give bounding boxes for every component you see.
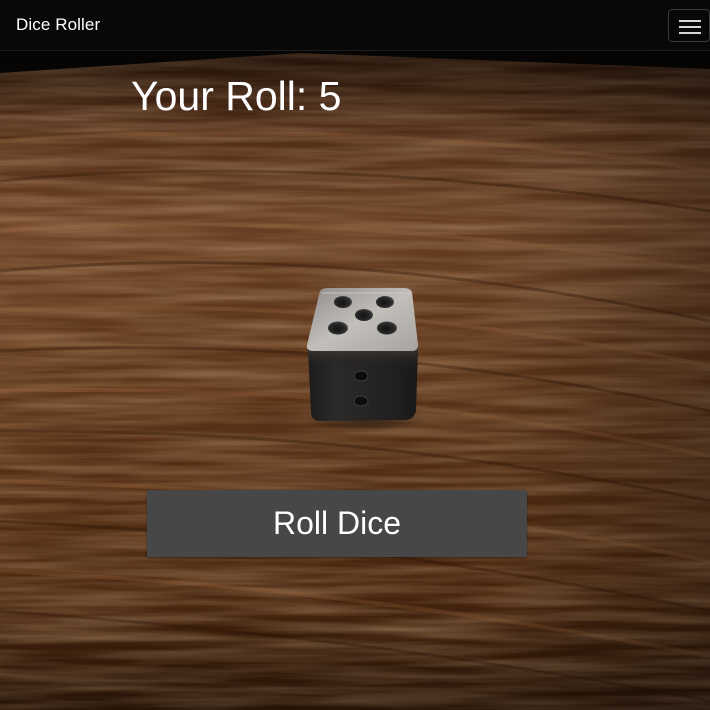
menu-bar xyxy=(679,26,701,28)
brand-title[interactable]: Dice Roller xyxy=(16,15,100,35)
roll-result-label: Your Roll: 5 xyxy=(131,73,342,119)
die-5-icon xyxy=(306,288,418,421)
roll-dice-button[interactable]: Roll Dice xyxy=(147,490,527,557)
dice-scene: Your Roll: 5 Roll Dice xyxy=(0,51,710,710)
hamburger-menu-icon[interactable] xyxy=(668,9,710,42)
menu-bar xyxy=(679,32,701,34)
menu-bar xyxy=(679,20,701,22)
navbar: Dice Roller xyxy=(0,0,710,51)
dice-roller-app: Dice Roller Your Roll: 5 Roll Dice xyxy=(0,0,710,710)
